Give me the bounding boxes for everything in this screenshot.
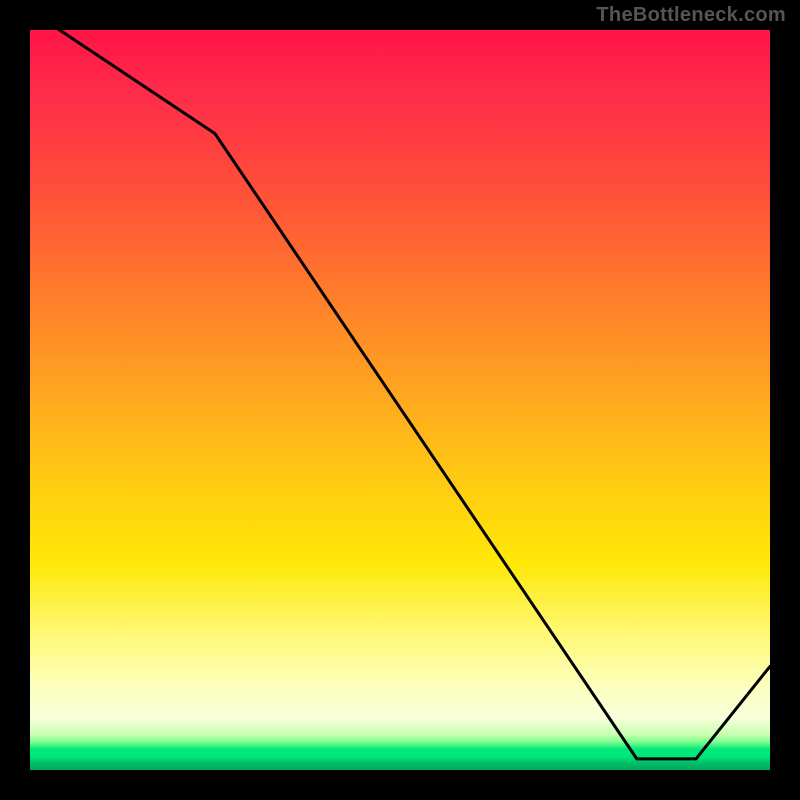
curve-path xyxy=(30,8,770,759)
plot-area xyxy=(30,30,770,770)
chart-stage: TheBottleneck.com xyxy=(0,0,800,800)
line-curve xyxy=(30,30,770,770)
watermark-text: TheBottleneck.com xyxy=(596,4,786,27)
